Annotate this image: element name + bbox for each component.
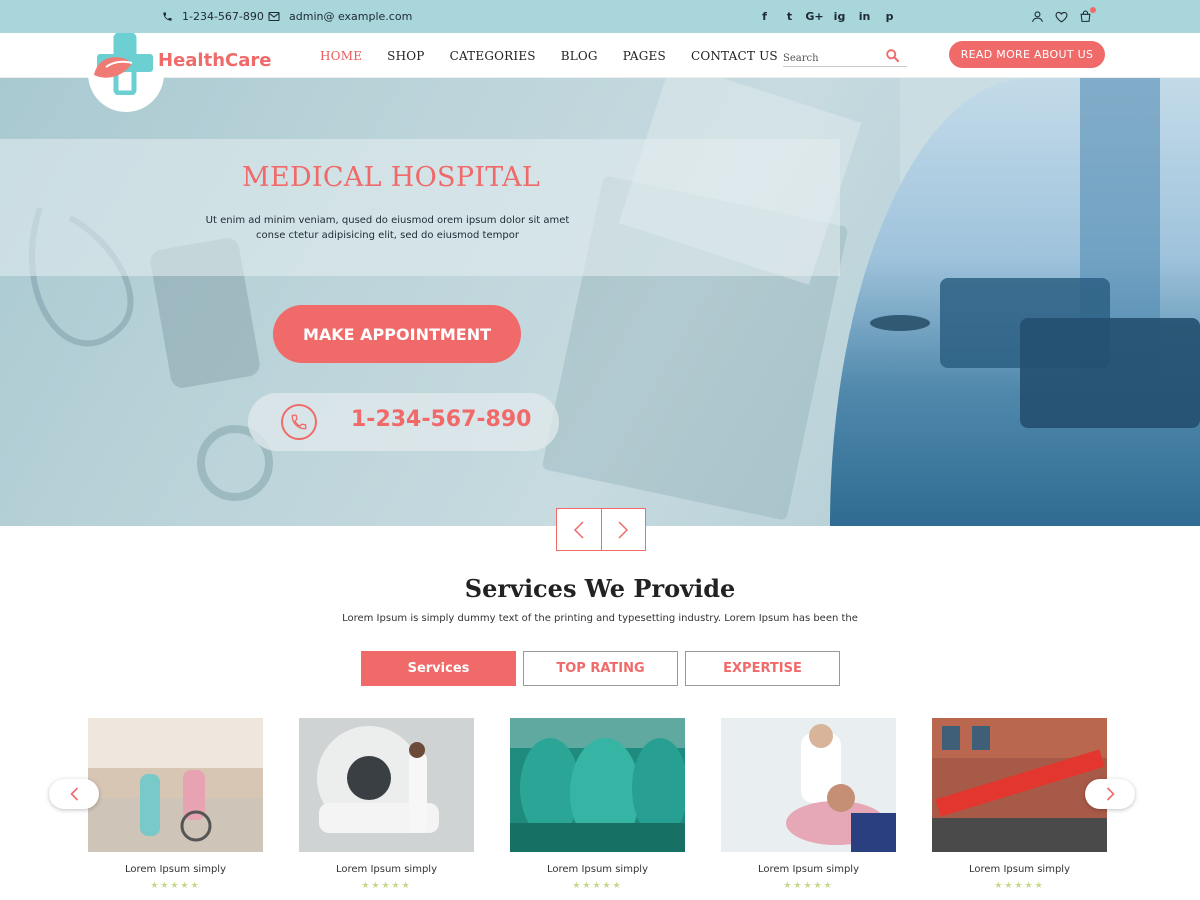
heart-icon[interactable] [1054, 9, 1069, 24]
service-card[interactable]: Lorem Ipsum simply ★★★★★ [299, 718, 474, 891]
search-icon[interactable] [885, 48, 900, 63]
service-card-caption: Lorem Ipsum simply [124, 864, 226, 875]
hero-next-button[interactable] [600, 509, 646, 550]
account-icons [1030, 0, 1096, 33]
service-card-stars: ★★★★★ [783, 881, 834, 891]
read-more-button[interactable]: READ MORE ABOUT US [949, 41, 1105, 68]
service-card-image [510, 718, 688, 852]
service-card[interactable]: Lorem Ipsum simply ★★★★★ [88, 718, 263, 891]
topbar-email[interactable]: admin@ example.com [268, 0, 412, 33]
service-card-image [721, 718, 896, 852]
hero-slider [0, 78, 1200, 526]
chevron-right-icon [1106, 787, 1115, 801]
nav-home[interactable]: HOME [320, 49, 362, 63]
hero-prev-button[interactable] [557, 509, 601, 550]
nav-categories[interactable]: CATEGORIES [450, 49, 536, 63]
cart-icon[interactable] [1078, 7, 1096, 24]
facebook-icon[interactable]: f [752, 10, 777, 23]
twitter-icon[interactable]: t [777, 10, 802, 23]
service-card-image [299, 718, 474, 852]
user-icon[interactable] [1030, 9, 1045, 24]
topbar-phone[interactable]: 1-234-567-890 [162, 0, 264, 33]
nav-blog[interactable]: BLOG [561, 49, 598, 63]
google-plus-icon[interactable]: G+ [802, 10, 827, 23]
nav-shop[interactable]: SHOP [387, 49, 424, 63]
logo-cross-icon[interactable] [92, 33, 156, 95]
logo-text[interactable]: HealthCare [158, 50, 271, 71]
hero-title: MEDICAL HOSPITAL [242, 162, 541, 193]
service-card-image [88, 718, 263, 852]
service-card-caption: Lorem Ipsum simply [757, 864, 859, 875]
hero-caption-band [0, 139, 840, 276]
hero-description: Ut enim ad minim veniam, qused do eiusmo… [205, 215, 570, 241]
mail-icon [268, 11, 280, 22]
cart-badge [1090, 7, 1096, 13]
instagram-icon[interactable]: ig [827, 10, 852, 23]
service-card-stars: ★★★★★ [994, 881, 1045, 891]
phone-circle-icon [281, 404, 317, 440]
linkedin-icon[interactable]: in [852, 10, 877, 23]
service-card-caption: Lorem Ipsum simply [546, 864, 648, 875]
chevron-left-icon [69, 787, 78, 801]
carousel-prev-button[interactable] [49, 779, 99, 809]
phone-icon [163, 12, 172, 21]
carousel-next-button[interactable] [1085, 779, 1135, 809]
service-card-caption: Lorem Ipsum simply [968, 864, 1070, 875]
topbar-email-text: admin@ example.com [289, 10, 413, 23]
main-nav: HOME SHOP CATEGORIES BLOG PAGES CONTACT … [320, 33, 803, 78]
service-card-stars: ★★★★★ [150, 881, 201, 891]
chevron-right-icon [618, 520, 629, 539]
tab-services[interactable]: Services [361, 651, 516, 686]
pinterest-icon[interactable]: p [877, 10, 902, 23]
social-links: f t G+ ig in p [752, 0, 902, 33]
hero-room-image [830, 78, 1200, 526]
tab-expertise[interactable]: EXPERTISE [685, 651, 840, 686]
service-card[interactable]: Lorem Ipsum simply ★★★★★ [510, 718, 688, 891]
nav-pages[interactable]: PAGES [623, 49, 666, 63]
hero-phone-pill[interactable]: 1-234-567-890 [248, 393, 559, 451]
service-card[interactable]: Lorem Ipsum simply ★★★★★ [932, 718, 1107, 891]
topbar-phone-text: 1-234-567-890 [182, 10, 264, 23]
tab-top-rating[interactable]: TOP RATING [523, 651, 678, 686]
nav-contact-us[interactable]: CONTACT US [691, 49, 778, 63]
service-card-stars: ★★★★★ [361, 881, 412, 891]
services-tabs: Services TOP RATING EXPERTISE [361, 651, 840, 686]
search-box [783, 46, 907, 69]
service-card-stars: ★★★★★ [572, 881, 623, 891]
top-bar: 1-234-567-890 admin@ example.com f t G+ … [0, 0, 1200, 33]
hero-slider-controls [556, 508, 646, 551]
service-card-caption: Lorem Ipsum simply [335, 864, 437, 875]
service-card[interactable]: Lorem Ipsum simply ★★★★★ [721, 718, 896, 891]
make-appointment-button[interactable]: MAKE APPOINTMENT [273, 305, 521, 363]
services-subtitle: Lorem Ipsum is simply dummy text of the … [342, 613, 858, 624]
services-title: Services We Provide [464, 574, 736, 603]
chevron-left-icon [573, 520, 584, 539]
service-card-image [932, 718, 1107, 852]
search-input[interactable] [783, 48, 878, 69]
hero-phone-number: 1-234-567-890 [351, 407, 532, 432]
